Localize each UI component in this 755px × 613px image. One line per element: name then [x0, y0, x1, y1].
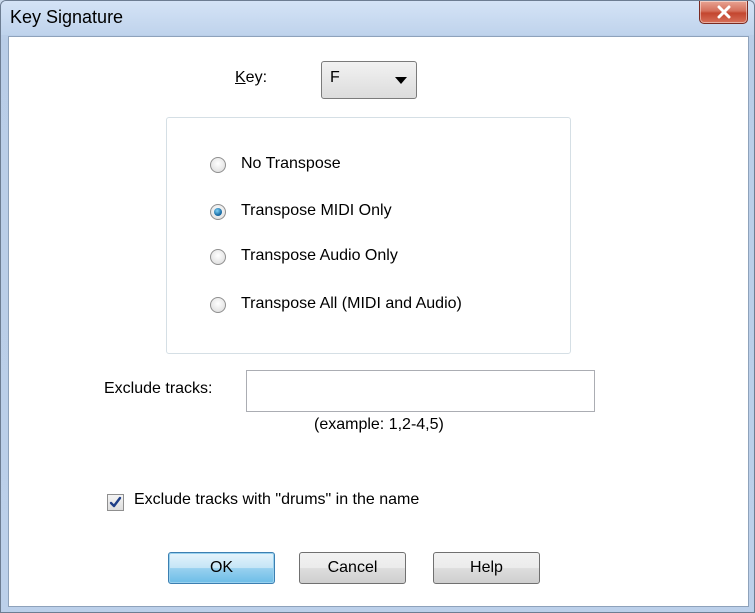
radio-button[interactable] [210, 157, 226, 173]
exclude-tracks-label: Exclude tracks: [104, 380, 213, 397]
key-dropdown[interactable]: F [321, 61, 417, 99]
radio-label: No Transpose [241, 155, 341, 172]
radio-button[interactable] [210, 249, 226, 265]
key-label-accel: K [235, 69, 246, 86]
dialog-window: Key Signature Key: F No Transpose Transp… [0, 0, 755, 613]
exclude-tracks-input[interactable] [246, 370, 595, 412]
key-label: Key: [235, 69, 268, 86]
exclude-tracks-example: (example: 1,2-4,5) [314, 416, 444, 433]
radio-label: Transpose Audio Only [241, 247, 398, 264]
checkmark-icon [109, 496, 122, 508]
radio-button[interactable] [210, 297, 226, 313]
exclude-drums-checkbox[interactable] [107, 494, 124, 511]
radio-button[interactable] [210, 204, 226, 220]
transpose-group [166, 117, 571, 354]
close-button[interactable] [699, 1, 748, 24]
ok-button[interactable]: OK [168, 552, 275, 584]
help-button[interactable]: Help [433, 552, 540, 584]
key-selected-value: F [330, 69, 340, 86]
dialog-body: Key: F No Transpose Transpose MIDI Only … [8, 36, 749, 607]
radio-label: Transpose All (MIDI and Audio) [241, 295, 462, 312]
cancel-button[interactable]: Cancel [299, 552, 406, 584]
title-bar[interactable]: Key Signature [1, 1, 754, 35]
window-title: Key Signature [10, 7, 124, 27]
close-icon [717, 5, 731, 19]
chevron-down-icon [395, 77, 407, 84]
radio-label: Transpose MIDI Only [241, 202, 392, 219]
exclude-drums-label: Exclude tracks with "drums" in the name [134, 491, 420, 508]
